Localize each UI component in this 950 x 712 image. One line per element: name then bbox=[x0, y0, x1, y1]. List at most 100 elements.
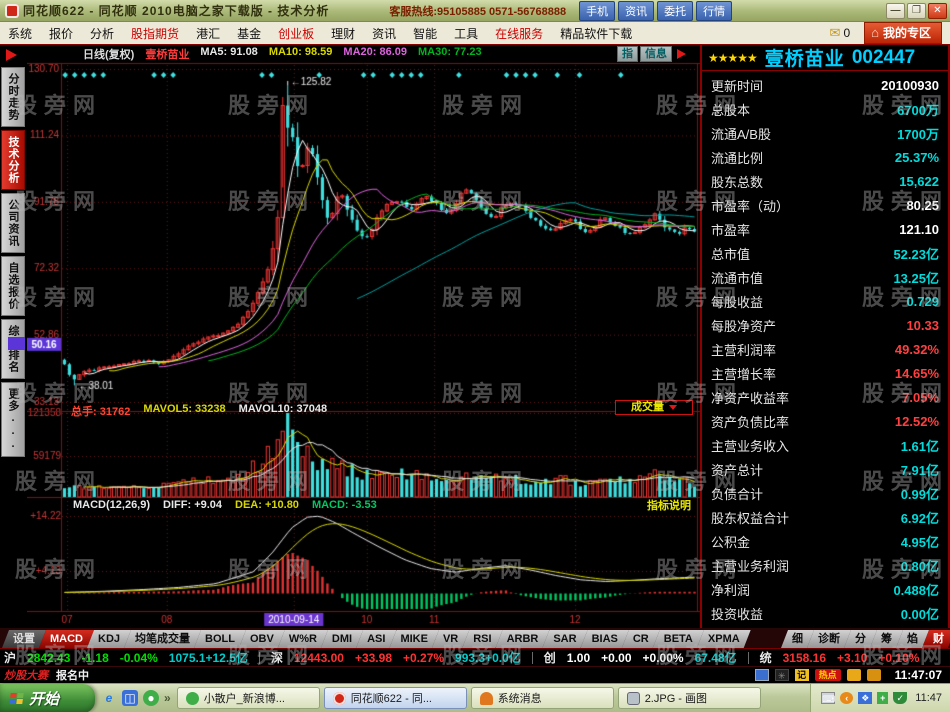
index-value: 993.3+0.0亿 bbox=[455, 649, 521, 666]
kline-header-item: MA20: 86.09 bbox=[343, 46, 407, 62]
stat-row: 净利润0.488亿 bbox=[702, 577, 948, 601]
green-tray-icon[interactable]: + bbox=[877, 692, 888, 704]
stat-label: 净资产收益率 bbox=[711, 388, 789, 407]
stat-value: 13.25亿 bbox=[893, 268, 939, 287]
menu-item[interactable]: 智能 bbox=[413, 25, 437, 42]
menu-item[interactable]: 资讯 bbox=[372, 25, 396, 42]
ie-icon[interactable]: e bbox=[101, 690, 117, 706]
orange-tray-icon[interactable]: ‹ bbox=[840, 692, 853, 704]
start-button[interactable]: 开始 bbox=[0, 684, 95, 712]
taskbar-task-button[interactable]: 2.JPG - 画图 bbox=[618, 687, 761, 709]
sidebar-marker bbox=[8, 337, 25, 350]
indicator-tab[interactable]: RSI bbox=[462, 630, 502, 648]
task-label: 2.JPG - 画图 bbox=[645, 690, 707, 706]
menu-item[interactable]: 创业板 bbox=[278, 25, 314, 42]
sidebar-tab[interactable]: 更多... bbox=[1, 382, 25, 457]
keyboard-icon[interactable]: ⌨ bbox=[821, 692, 835, 704]
stat-value: 6.92亿 bbox=[901, 508, 939, 527]
indicator-tab[interactable]: MIKE bbox=[389, 630, 439, 648]
shield-icon[interactable]: ✓ bbox=[893, 692, 907, 704]
index-value: +0.27% bbox=[403, 651, 444, 665]
menu-item[interactable]: 系统 bbox=[8, 25, 32, 42]
mail-indicator[interactable]: ✉ 0 bbox=[830, 25, 851, 41]
stat-label: 每股收益 bbox=[711, 292, 763, 311]
main-area: 分时走势技术分析公司资讯自选报价综合排名更多... 日线(复权)壹桥苗业MA5:… bbox=[0, 44, 950, 628]
index-value: 沪 bbox=[4, 649, 16, 666]
scroll-right-arrow-icon[interactable] bbox=[677, 49, 686, 59]
indicator-tab[interactable]: KDJ bbox=[87, 630, 131, 648]
sidebar-tab[interactable]: 技术分析 bbox=[1, 130, 25, 190]
network-icon[interactable]: ❖ bbox=[858, 692, 872, 704]
menu-item[interactable]: 分析 bbox=[90, 25, 114, 42]
left-sidebar: 分时走势技术分析公司资讯自选报价综合排名更多... bbox=[0, 45, 27, 629]
ticker-red-text: 炒股大赛 bbox=[4, 667, 48, 683]
index-value: 2842.43 bbox=[27, 651, 70, 665]
indicator-tab[interactable]: DMI bbox=[321, 630, 363, 648]
message-icon[interactable] bbox=[847, 669, 861, 681]
indicator-tab[interactable]: BETA bbox=[653, 630, 704, 648]
menu-item[interactable]: 基金 bbox=[237, 25, 261, 42]
indicator-tab[interactable]: 诊断 bbox=[807, 630, 851, 648]
menu-item[interactable]: 报价 bbox=[49, 25, 73, 42]
notes-icon[interactable]: 记 bbox=[795, 669, 809, 681]
titlebar-button-行情[interactable]: 行情 bbox=[696, 1, 732, 21]
indicator-tab[interactable]: W%R bbox=[278, 630, 328, 648]
status-tray: ✳ 记 热点 11:47:07 bbox=[755, 668, 946, 682]
indicator-tab[interactable]: SAR bbox=[542, 630, 587, 648]
indicator-tab[interactable]: OBV bbox=[239, 630, 285, 648]
sidebar-tab[interactable]: 分时走势 bbox=[1, 67, 25, 127]
stat-value: 12.52% bbox=[895, 414, 939, 429]
stock-stat-rows: 更新时间20100930总股本6700万流通A/B股1700万流通比例25.37… bbox=[702, 71, 948, 625]
stat-label: 主营业务利润 bbox=[711, 556, 789, 575]
stat-label: 主营业务收入 bbox=[711, 436, 789, 455]
sidebar-tab[interactable]: 公司资讯 bbox=[1, 193, 25, 253]
stat-row: 资产负债比率12.52% bbox=[702, 409, 948, 433]
indicator-tab[interactable]: BIAS bbox=[581, 630, 629, 648]
ticker-white-text: 报名中 bbox=[56, 667, 89, 683]
macd-header: MACD(12,26,9)DIFF: +9.04DEA: +10.80MACD:… bbox=[73, 499, 377, 511]
indicator-tab[interactable]: 设置 bbox=[2, 630, 46, 648]
menu-item[interactable]: 理财 bbox=[331, 25, 355, 42]
indicator-tab[interactable]: BOLL bbox=[194, 630, 246, 648]
titlebar-button-手机[interactable]: 手机 bbox=[579, 1, 615, 21]
quick-launch-overflow-chevron[interactable]: » bbox=[164, 691, 171, 705]
volume-indicator-button[interactable]: 成交量 bbox=[615, 400, 693, 415]
announcement-icon[interactable] bbox=[867, 669, 881, 681]
uc-icon[interactable]: ● bbox=[143, 690, 159, 706]
kline-chart-canvas[interactable] bbox=[27, 45, 700, 629]
my-zone-button[interactable]: ⌂ 我的专区 bbox=[864, 22, 942, 44]
stat-row: 股东总数15,622 bbox=[702, 169, 948, 193]
hot-news-button[interactable]: 热点 bbox=[815, 669, 841, 681]
task-label: 同花顺622 - 同... bbox=[351, 690, 432, 706]
stat-value: 0.729 bbox=[906, 294, 939, 309]
messenger-icon[interactable]: ◫ bbox=[122, 690, 138, 706]
titlebar-button-委托[interactable]: 委托 bbox=[657, 1, 693, 21]
titlebar-button-资讯[interactable]: 资讯 bbox=[618, 1, 654, 21]
menu-item[interactable]: 精品软件下载 bbox=[560, 25, 632, 42]
indicator-tab[interactable]: 均笔成交量 bbox=[124, 630, 201, 648]
indicator-tab[interactable]: MACD bbox=[39, 630, 94, 648]
indicator-mini-button[interactable]: 指 bbox=[617, 46, 638, 62]
menu-item[interactable]: 工具 bbox=[454, 25, 478, 42]
sidebar-collapse-arrow-icon[interactable] bbox=[6, 49, 17, 61]
menu-item[interactable]: 在线服务 bbox=[495, 25, 543, 42]
indicator-tab[interactable]: ASI bbox=[356, 630, 396, 648]
taskbar-task-button[interactable]: 小散户_新浪博... bbox=[177, 687, 320, 709]
close-button[interactable]: ✕ bbox=[928, 3, 947, 19]
brightness-icon[interactable]: ✳ bbox=[775, 669, 789, 681]
indicator-tab[interactable]: ARBR bbox=[496, 630, 550, 648]
taskbar-task-button[interactable]: 系统消息 bbox=[471, 687, 614, 709]
connection-icon[interactable] bbox=[755, 669, 769, 681]
minimize-button[interactable]: — bbox=[886, 3, 905, 19]
menu-item[interactable]: 港汇 bbox=[196, 25, 220, 42]
taskbar-task-button[interactable]: 同花顺622 - 同... bbox=[324, 687, 467, 709]
info-mini-button[interactable]: 信息 bbox=[640, 46, 672, 62]
sidebar-tab[interactable]: 自选报价 bbox=[1, 256, 25, 316]
volume-header: 总手: 31762MAVOL5: 33238MAVOL10: 37048 bbox=[71, 403, 327, 419]
indicator-tab[interactable]: XPMA bbox=[697, 630, 751, 648]
menu-item[interactable]: 股指期货 bbox=[131, 25, 179, 42]
restore-button[interactable]: ❐ bbox=[907, 3, 926, 19]
indicator-help-button[interactable]: 指标说明 bbox=[647, 497, 691, 513]
star-rating: ★★★★★ bbox=[708, 51, 757, 65]
index-value: 统 bbox=[760, 649, 772, 666]
